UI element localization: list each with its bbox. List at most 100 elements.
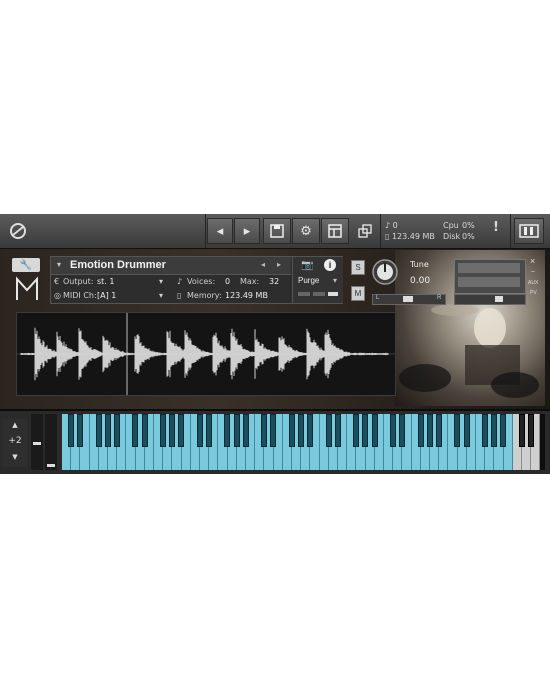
floppy-disk-icon (270, 224, 284, 238)
black-key[interactable] (527, 414, 534, 447)
black-key[interactable] (417, 414, 424, 447)
layout-button[interactable] (321, 218, 349, 244)
prev-instrument-button[interactable]: ◂ (207, 218, 233, 244)
kontakt-logo-button[interactable] (6, 218, 30, 244)
black-key[interactable] (288, 414, 295, 447)
black-key[interactable] (454, 414, 461, 447)
alert-indicator[interactable]: ! (493, 221, 499, 234)
piano-keyboard[interactable] (62, 414, 545, 470)
black-key[interactable] (159, 414, 166, 447)
black-key[interactable] (491, 414, 498, 447)
volume-handle[interactable] (495, 296, 503, 302)
black-key[interactable] (141, 414, 148, 447)
octave-down-icon[interactable]: ▼ (3, 451, 27, 463)
edit-instrument-button[interactable]: 🔧 (12, 258, 40, 272)
black-key[interactable] (426, 414, 433, 447)
midi-dropdown-icon[interactable]: ▾ (159, 291, 163, 300)
keyboard-area: ▲ +2 ▼ (0, 411, 550, 474)
black-key[interactable] (270, 414, 277, 447)
level-meter-left (458, 263, 520, 273)
memory-readout: ▯ 123.49 MB (385, 232, 435, 242)
black-key[interactable] (104, 414, 111, 447)
black-key[interactable] (233, 414, 240, 447)
black-key[interactable] (307, 414, 314, 447)
memory-label: Memory: (187, 291, 222, 300)
black-key[interactable] (132, 414, 139, 447)
black-key[interactable] (297, 414, 304, 447)
black-key[interactable] (362, 414, 369, 447)
octave-shift-control[interactable]: ▲ +2 ▼ (3, 419, 27, 467)
black-key[interactable] (224, 414, 231, 447)
pan-slider[interactable]: L R (372, 294, 446, 305)
black-key[interactable] (399, 414, 406, 447)
close-icon[interactable]: × (530, 256, 535, 266)
instrument-side-controls: 📷 i Purge ▾ (292, 257, 343, 303)
black-key[interactable] (353, 414, 360, 447)
black-key[interactable] (325, 414, 332, 447)
mod-wheel-handle[interactable] (47, 464, 55, 467)
tune-knob[interactable] (371, 258, 399, 286)
black-key[interactable] (481, 414, 488, 447)
black-key[interactable] (435, 414, 442, 447)
mute-button[interactable]: M (351, 286, 365, 301)
info-icon[interactable]: i (324, 259, 336, 271)
instrument-logo-icon (16, 276, 38, 300)
level-meter-right (458, 277, 520, 287)
ni-logo-icon (519, 224, 539, 238)
aux-button[interactable]: AUX (528, 280, 538, 286)
black-key[interactable] (67, 414, 74, 447)
black-key[interactable] (113, 414, 120, 447)
next-snapshot-icon[interactable]: ▸ (277, 260, 281, 269)
black-key[interactable] (205, 414, 212, 447)
level-meter-segment (313, 292, 325, 296)
black-key[interactable] (196, 414, 203, 447)
black-key[interactable] (518, 414, 525, 447)
pan-right-label: R (437, 295, 442, 301)
output-label: Output: (63, 277, 94, 286)
black-key[interactable] (242, 414, 249, 447)
pitch-wheel[interactable] (31, 414, 43, 470)
output-dropdown-icon[interactable]: ▾ (159, 277, 163, 286)
camera-icon[interactable]: 📷 (301, 260, 313, 271)
waveform-display (16, 312, 396, 396)
pv-button[interactable]: PV (530, 290, 537, 296)
disk-label: Disk (443, 232, 461, 241)
midi-channel-select[interactable]: [A] 1 (97, 291, 116, 300)
output-row: € Output: st. 1 ▾ ♪ Voices: 0 Max: 32 (51, 275, 291, 290)
pitch-wheel-handle[interactable] (33, 442, 41, 445)
minimize-icon[interactable]: – (531, 268, 535, 275)
black-key[interactable] (261, 414, 268, 447)
instrument-name[interactable]: Emotion Drummer (70, 259, 166, 271)
output-select[interactable]: st. 1 (97, 277, 114, 286)
tune-value[interactable]: 0.00 (410, 276, 430, 286)
cpu-label: Cpu (443, 221, 459, 230)
save-button[interactable] (263, 218, 291, 244)
volume-slider[interactable] (454, 294, 526, 305)
prev-snapshot-icon[interactable]: ◂ (261, 260, 265, 269)
black-key[interactable] (463, 414, 470, 447)
resize-button[interactable] (352, 218, 378, 244)
black-key[interactable] (95, 414, 102, 447)
gear-icon: ⚙ (300, 223, 312, 238)
purge-button[interactable]: Purge (298, 276, 319, 285)
black-key[interactable] (178, 414, 185, 447)
black-key[interactable] (389, 414, 396, 447)
octave-up-icon[interactable]: ▲ (3, 419, 27, 431)
black-key[interactable] (169, 414, 176, 447)
next-instrument-button[interactable]: ▸ (234, 218, 260, 244)
layout-icon (328, 224, 342, 238)
black-key[interactable] (334, 414, 341, 447)
max-voices-value[interactable]: 32 (269, 277, 279, 286)
black-key[interactable] (77, 414, 84, 447)
purge-dropdown-icon[interactable]: ▾ (333, 276, 337, 285)
pan-handle[interactable] (403, 296, 413, 302)
voices-readout: ♪ 0 (385, 221, 398, 231)
settings-button[interactable]: ⚙ (292, 218, 320, 244)
solo-button[interactable]: S (351, 260, 365, 275)
black-key[interactable] (371, 414, 378, 447)
mod-wheel[interactable] (45, 414, 57, 470)
wrench-icon: 🔧 (19, 259, 33, 271)
dropdown-icon[interactable]: ▾ (57, 260, 61, 269)
browser-toggle-button[interactable] (514, 218, 544, 244)
black-key[interactable] (500, 414, 507, 447)
